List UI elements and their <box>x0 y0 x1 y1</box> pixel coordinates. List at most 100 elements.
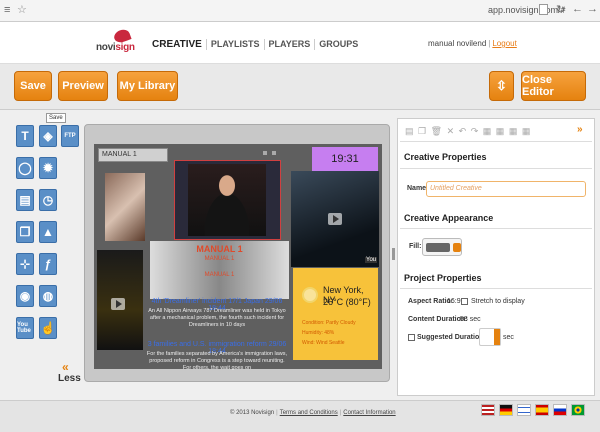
color-dropdown-icon[interactable] <box>453 243 461 252</box>
youtube-label: You Tube <box>17 322 31 334</box>
save-tooltip: Save <box>46 113 66 123</box>
image-widget-person[interactable] <box>188 164 266 236</box>
editor-toolbar: Save Preview My Library ⇳ Close Editor <box>0 64 600 110</box>
user-name: manual novilend <box>428 39 487 48</box>
manual-title-text: MANUAL 1 <box>196 244 243 254</box>
flag-il-icon[interactable] <box>517 404 531 416</box>
creative-name-input[interactable]: Untitled Creative <box>426 181 586 197</box>
novisign-logo[interactable]: novisign <box>96 27 138 54</box>
flash-tool-icon[interactable]: ƒ <box>39 253 57 275</box>
gallery-tool-icon[interactable]: ❐ <box>16 221 34 243</box>
weather-widget[interactable]: New York, NY 26°C (80°F) Condition: Part… <box>293 268 378 360</box>
url-bar[interactable]: app.novisign.com/# <box>488 5 566 15</box>
close-editor-button[interactable]: Close Editor <box>521 71 586 101</box>
my-library-button[interactable]: My Library <box>117 71 178 101</box>
align-icon[interactable]: ▤ <box>405 126 415 136</box>
play-icon[interactable] <box>328 213 342 225</box>
layer-icon[interactable]: ▦ <box>496 126 506 136</box>
user-info: manual novilend | Logout <box>428 39 517 48</box>
weather-wind: Wind: Wind Seattle <box>302 340 345 346</box>
flag-us-icon[interactable] <box>481 404 495 416</box>
stepper-down-icon[interactable] <box>494 337 500 345</box>
left-video-widget[interactable] <box>97 250 143 350</box>
cut-icon[interactable]: ✕ <box>447 126 456 136</box>
stretch-checkbox[interactable] <box>461 298 468 305</box>
aspect-ratio-value[interactable]: 16:9 <box>447 298 461 305</box>
fill-color-picker[interactable] <box>422 238 462 256</box>
copyright: © 2013 Novisign <box>230 410 275 416</box>
video-tool-icon[interactable]: ▤ <box>16 189 34 211</box>
shapes-tool-icon[interactable]: ▲ <box>39 221 57 243</box>
suggested-duration-checkbox[interactable] <box>408 334 415 341</box>
weather-humidity: Humidity: 48% <box>302 330 335 336</box>
layer-icon[interactable]: ▦ <box>522 126 532 136</box>
less-toggle[interactable]: Less <box>58 373 81 384</box>
panel-divider <box>400 228 592 229</box>
widget-tool-icon[interactable]: ◈ <box>39 125 57 147</box>
widget-handle-icon[interactable] <box>272 151 276 155</box>
collapse-chevron-icon[interactable]: « <box>62 360 69 374</box>
play-icon[interactable] <box>111 298 125 310</box>
shape-tool-icon[interactable]: ◯ <box>16 157 34 179</box>
terms-link[interactable]: Terms and Conditions <box>280 410 338 416</box>
stretch-label: Stretch to display <box>471 298 525 305</box>
weather-temp: 26°C (80°F) <box>323 297 371 307</box>
nav-groups[interactable]: GROUPS <box>315 39 362 50</box>
nav-players[interactable]: PLAYERS <box>265 39 316 50</box>
canvas-name-label[interactable]: MANUAL 1 <box>98 148 168 162</box>
suggested-duration-label: Suggested Duration: <box>417 334 486 341</box>
text-widget-gradient[interactable]: MANUAL 1 MANUAL 1 MANUAL 1 <box>150 241 289 299</box>
flag-es-icon[interactable] <box>535 404 549 416</box>
fill-label: Fill: <box>409 243 422 250</box>
crop-tool-icon[interactable]: ⊹ <box>16 253 34 275</box>
panel-resize-handle[interactable] <box>392 248 395 260</box>
clock-widget[interactable]: 19:31 <box>312 147 378 171</box>
undo-icon[interactable]: ↶ <box>459 126 468 136</box>
expand-panel-chevron-icon[interactable]: » <box>577 124 583 135</box>
edit-tools: ▤ ❐ 🗑 ✕ ↶ ↷ ▦ ▦ ▦ ▦ <box>405 126 531 137</box>
nav-playlists[interactable]: PLAYLISTS <box>207 39 265 50</box>
nav-creative[interactable]: CREATIVE <box>148 39 207 50</box>
weather-tool-icon[interactable]: ✹ <box>39 157 57 179</box>
redo-icon[interactable]: ↷ <box>471 126 480 136</box>
main-nav: CREATIVE PLAYLISTS PLAYERS GROUPS <box>148 39 362 50</box>
bookmark-star-icon[interactable]: ☆ <box>17 3 27 16</box>
layer-icon[interactable]: ▦ <box>509 126 519 136</box>
clock-tool-icon[interactable]: ◷ <box>39 189 57 211</box>
fill-swatch <box>426 243 450 252</box>
back-icon[interactable]: ← <box>572 3 583 15</box>
creative-properties-heading: Creative Properties <box>404 152 487 162</box>
panel-divider <box>400 288 592 289</box>
forward-icon[interactable]: → <box>587 3 598 15</box>
logout-link[interactable]: Logout <box>492 39 516 48</box>
contact-link[interactable]: Contact Information <box>343 410 395 416</box>
image-widget-hand[interactable] <box>105 173 145 241</box>
panel-divider <box>400 141 592 142</box>
project-properties-heading: Project Properties <box>404 273 482 283</box>
manual-subtext-1: MANUAL 1 <box>204 256 235 262</box>
preview-button[interactable]: Preview <box>58 71 108 101</box>
footer-links: © 2013 Novisign | Terms and Conditions | Con… <box>230 410 396 416</box>
copy-icon[interactable]: ❐ <box>418 126 427 136</box>
text-tool-icon[interactable]: T <box>16 125 34 147</box>
youtube-tool-icon[interactable]: You Tube <box>16 317 34 339</box>
flag-ru-icon[interactable] <box>553 404 567 416</box>
social-tool-icon[interactable]: ☝ <box>39 317 57 339</box>
layer-icon[interactable]: ▦ <box>483 126 493 136</box>
menu-icon[interactable]: ≡ <box>4 4 10 16</box>
flag-de-icon[interactable] <box>499 404 513 416</box>
rss-tool-icon[interactable]: ◉ <box>16 285 34 307</box>
web-tool-icon[interactable]: ◍ <box>39 285 57 307</box>
youtube-badge-icon: You <box>365 257 378 263</box>
video-widget[interactable] <box>291 171 379 267</box>
delete-icon[interactable]: 🗑 <box>431 126 443 136</box>
widget-handle-icon[interactable] <box>263 151 267 155</box>
rss-news-widget[interactable]: 4th 'Dreamliner' incident 17/1 Japan 29/… <box>143 297 291 371</box>
reorder-icon[interactable]: ⇳ <box>489 71 514 101</box>
flag-br-icon[interactable] <box>571 404 585 416</box>
reload-icon[interactable]: ↻ <box>556 3 565 16</box>
stepper-up-icon[interactable] <box>494 329 500 337</box>
save-button[interactable]: Save <box>14 71 52 101</box>
suggested-duration-stepper[interactable] <box>479 328 501 346</box>
ftp-tool-icon[interactable]: FTP <box>61 125 79 147</box>
